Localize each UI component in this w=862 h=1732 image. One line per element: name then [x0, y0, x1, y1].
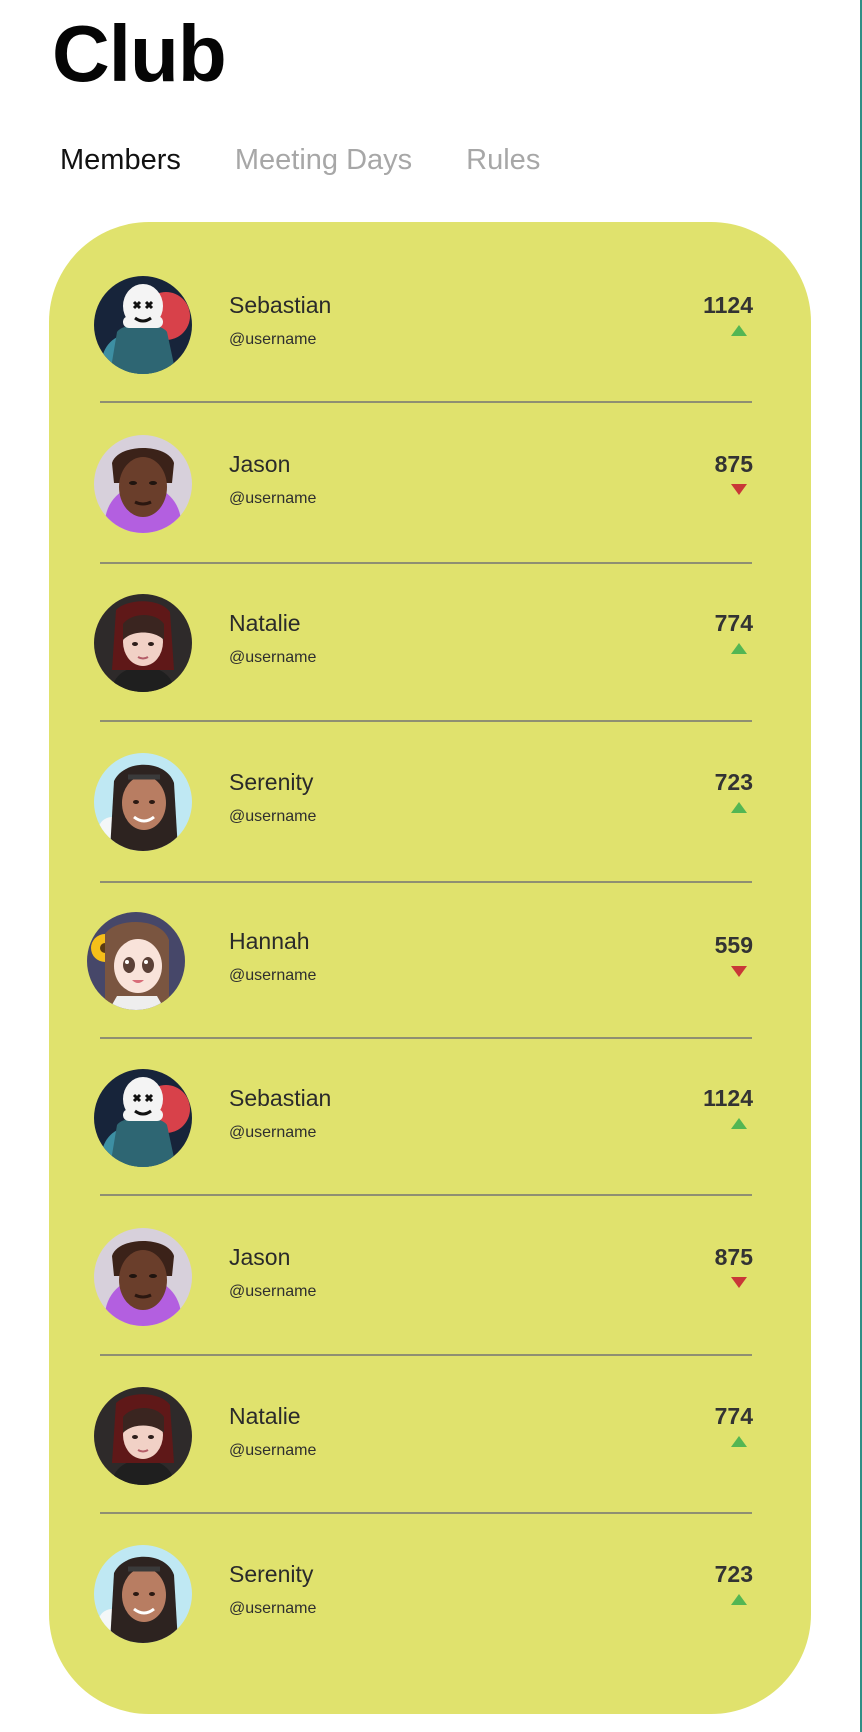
member-name: Hannah [229, 928, 310, 954]
member-name: Sebastian [229, 292, 332, 318]
tab-rules[interactable]: Rules [466, 146, 540, 175]
member-handle: @username [229, 1600, 317, 1617]
member-name: Jason [229, 451, 291, 477]
trend-down-icon [731, 966, 747, 977]
member-handle: @username [229, 331, 317, 348]
member-score: 875 [714, 451, 753, 477]
tab-bar: Members Meeting Days Rules [60, 146, 540, 175]
member-handle: @username [229, 490, 317, 507]
trend-up-icon [731, 1594, 747, 1605]
marshmello-avatar [94, 276, 192, 374]
member-score: 723 [714, 769, 753, 795]
member-score: 559 [714, 932, 753, 958]
trend-up-icon [731, 1436, 747, 1447]
member-row[interactable]: Natalie @username 774 [49, 540, 811, 698]
member-handle: @username [229, 967, 317, 984]
member-handle: @username [229, 649, 317, 666]
member-score: 774 [714, 610, 753, 636]
member-handle: @username [229, 808, 317, 825]
serenity-avatar [94, 753, 192, 851]
trend-up-icon [731, 1118, 747, 1129]
member-score: 875 [714, 1244, 753, 1270]
serenity-avatar [94, 1545, 192, 1643]
trend-up-icon [731, 643, 747, 654]
hannah-avatar [87, 912, 185, 1010]
trend-down-icon [731, 484, 747, 495]
jason-avatar [94, 435, 192, 533]
natalie-avatar [94, 594, 192, 692]
member-name: Natalie [229, 610, 301, 636]
tab-meeting-days[interactable]: Meeting Days [235, 146, 412, 175]
members-card: Sebastian @username 1124 Jason @username… [49, 222, 811, 1714]
member-score: 723 [714, 1561, 753, 1587]
member-row[interactable]: Serenity @username 723 [49, 1491, 811, 1649]
member-row[interactable]: Serenity @username 723 [49, 699, 811, 857]
member-name: Jason [229, 1244, 291, 1270]
jason-avatar [94, 1228, 192, 1326]
member-row[interactable]: Sebastian @username 1124 [49, 1015, 811, 1173]
natalie-avatar [94, 1387, 192, 1485]
member-row[interactable]: Jason @username 875 [49, 381, 811, 539]
member-row[interactable]: Sebastian @username 1124 [49, 222, 811, 380]
page-title: Club [52, 9, 227, 98]
member-score: 774 [714, 1403, 753, 1429]
member-name: Serenity [229, 1561, 314, 1587]
member-name: Sebastian [229, 1085, 332, 1111]
trend-up-icon [731, 802, 747, 813]
member-row[interactable]: Hannah @username 559 [49, 858, 811, 1016]
tab-members[interactable]: Members [60, 146, 181, 175]
member-row[interactable]: Jason @username 875 [49, 1174, 811, 1332]
member-handle: @username [229, 1442, 317, 1459]
member-handle: @username [229, 1124, 317, 1141]
marshmello-avatar [94, 1069, 192, 1167]
member-name: Serenity [229, 769, 314, 795]
member-score: 1124 [703, 292, 753, 318]
trend-up-icon [731, 325, 747, 336]
member-handle: @username [229, 1283, 317, 1300]
member-score: 1124 [703, 1085, 753, 1111]
member-name: Natalie [229, 1403, 301, 1429]
trend-down-icon [731, 1277, 747, 1288]
member-row[interactable]: Natalie @username 774 [49, 1333, 811, 1491]
